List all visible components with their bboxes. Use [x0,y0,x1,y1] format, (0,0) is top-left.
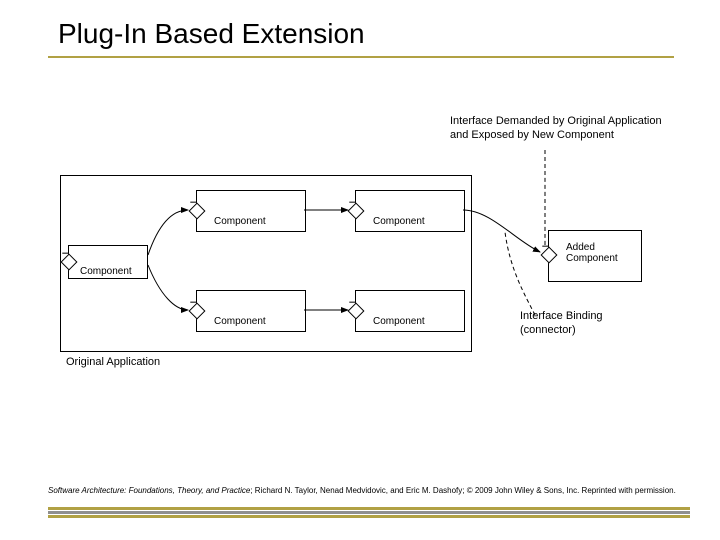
footer-bar-olive-2 [48,515,690,518]
lollipop-icon [541,247,558,264]
annotation-interface-demanded: Interface Demanded by Original Applicati… [450,115,662,143]
footer-bar-gray [48,511,690,514]
component-2-label: Component [214,216,266,227]
page-title: Plug-In Based Extension [58,18,365,50]
component-4-label: Component [373,216,425,227]
annotation-line1: Interface Demanded by Original Applicati… [450,115,662,141]
attribution-title: Software Architecture: Foundations, Theo… [48,486,250,495]
component-5-label: Component [373,316,425,327]
component-1-label: Component [80,266,132,277]
original-application-label: Original Application [66,356,160,368]
slide: Plug-In Based Extension Interface Demand… [0,0,720,540]
added-component-label: Added Component [566,242,618,264]
title-underline [48,56,674,58]
footer-bar-olive [48,507,690,510]
component-3-label: Component [214,316,266,327]
diagram: Interface Demanded by Original Applicati… [60,120,660,410]
attribution-rest: ; Richard N. Taylor, Nenad Medvidovic, a… [250,486,676,495]
footer-bars [48,506,690,516]
annotation-interface-binding: Interface Binding (connector) [520,310,603,338]
attribution: Software Architecture: Foundations, Theo… [48,486,690,496]
